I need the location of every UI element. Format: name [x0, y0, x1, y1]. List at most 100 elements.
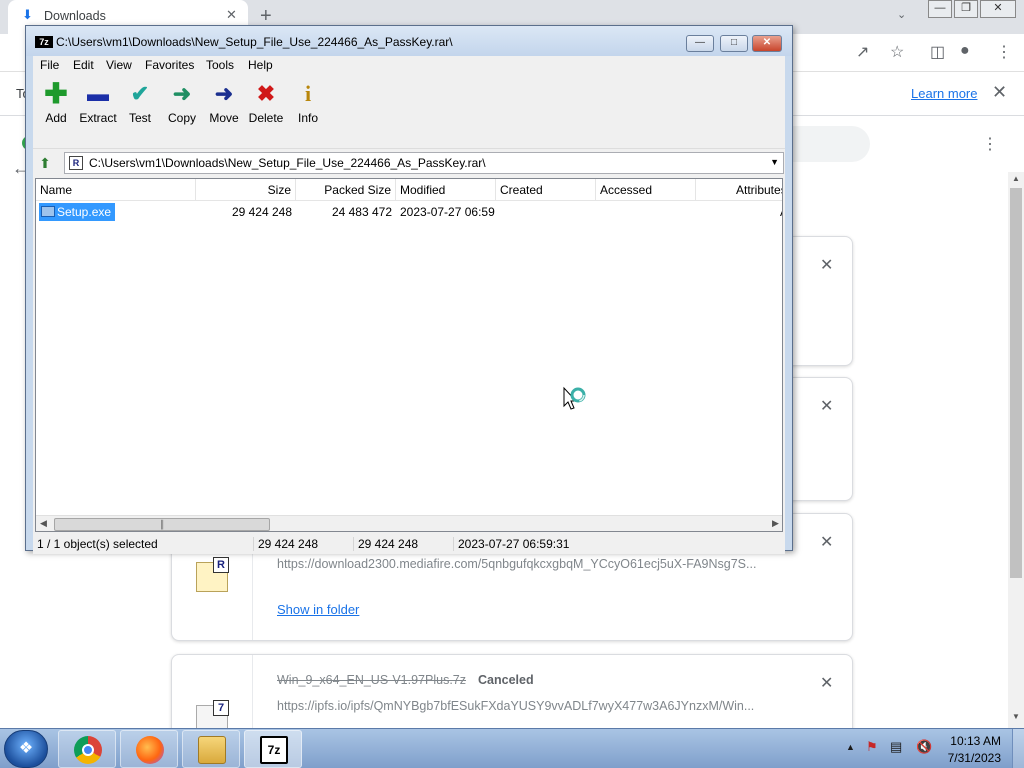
taskbar-chrome[interactable] [58, 730, 116, 768]
clock-time[interactable]: 10:13 AM [945, 734, 1001, 748]
file-attributes-cell: A [776, 203, 782, 221]
list-header: Name Size Packed Size Modified Created A… [36, 179, 782, 201]
sevenzip-client: File Edit View Favorites Tools Help ✚ Ad… [33, 56, 785, 554]
download-status: Canceled [478, 673, 534, 687]
column-name[interactable]: Name [36, 179, 196, 201]
status-modified: 2023-07-27 06:59:31 [453, 537, 569, 551]
copy-button[interactable]: ➜ Copy [160, 79, 204, 139]
hscroll-thumb[interactable]: ║ [54, 518, 270, 531]
test-button[interactable]: ✔ Test [118, 79, 162, 139]
action-center-flag-icon[interactable]: ⚑ [866, 739, 878, 755]
check-icon: ✔ [130, 81, 150, 106]
maximize-button[interactable]: □ [720, 35, 748, 52]
extract-button[interactable]: ▬ Extract [76, 79, 120, 139]
column-created[interactable]: Created [496, 179, 596, 201]
toolbar: ✚ Add ▬ Extract ✔ Test ➜ Copy ➜ Move ✖ D… [33, 75, 785, 149]
move-button[interactable]: ➜ Move [202, 79, 246, 139]
address-dropdown-icon[interactable]: ▼ [770, 157, 779, 167]
firefox-icon [136, 736, 164, 764]
sevenzip-window: 7z C:\Users\vm1\Downloads\New_Setup_File… [25, 25, 793, 554]
menu-view[interactable]: View [106, 58, 132, 72]
rar-file-icon: R [196, 557, 229, 592]
tab-title: Downloads [44, 9, 106, 23]
info-icon: i [304, 81, 312, 106]
menu-tools[interactable]: Tools [206, 58, 234, 72]
browser-restore-button[interactable]: ❐ [954, 0, 978, 18]
file-list[interactable]: Name Size Packed Size Modified Created A… [35, 178, 783, 532]
download-filename[interactable]: Win_9_x64_EN_US-V1.97Plus.7z [277, 673, 466, 687]
address-bar[interactable]: R C:\Users\vm1\Downloads\New_Setup_File_… [64, 152, 784, 174]
bookmark-star-icon[interactable]: ☆ [890, 42, 904, 62]
download-url: https://download2300.mediafire.com/5qnbg… [277, 557, 757, 571]
page-scrollbar[interactable]: ▲ ▼ [1008, 172, 1024, 728]
delete-x-icon: ✖ [256, 81, 276, 106]
close-button[interactable]: ✕ [752, 35, 782, 52]
minus-icon: ▬ [87, 81, 109, 106]
system-tray: ▲ ⚑ ▤ 🔇 10:13 AM 7/31/2023 [840, 729, 1024, 768]
network-icon[interactable]: ▤ [890, 739, 902, 755]
share-icon[interactable]: ↗ [856, 42, 869, 62]
taskbar-explorer[interactable] [182, 730, 240, 768]
minimize-button[interactable]: — [686, 35, 714, 52]
clock-date[interactable]: 7/31/2023 [945, 751, 1001, 765]
scroll-left-icon[interactable]: ◀ [40, 518, 47, 529]
folder-up-icon[interactable]: ⬆ [35, 153, 55, 173]
remove-download-icon[interactable]: ✕ [820, 532, 833, 552]
remove-download-icon[interactable]: ✕ [820, 673, 833, 693]
delete-button[interactable]: ✖ Delete [244, 79, 288, 139]
tab-close-icon[interactable]: ✕ [226, 7, 237, 23]
browser-menu-icon[interactable]: ⋮ [996, 42, 1012, 62]
downloads-menu-icon[interactable]: ⋮ [982, 134, 998, 154]
column-attributes[interactable]: Attributes [732, 179, 782, 201]
menu-edit[interactable]: Edit [73, 58, 94, 72]
taskbar-7zip[interactable]: 7z [244, 730, 302, 768]
browser-close-button[interactable]: ✕ [980, 0, 1016, 18]
remove-download-icon[interactable]: ✕ [820, 255, 833, 275]
show-desktop-button[interactable] [1012, 729, 1024, 768]
window-title: C:\Users\vm1\Downloads\New_Setup_File_Us… [56, 35, 453, 49]
side-panel-icon[interactable]: ◫ [930, 42, 945, 62]
address-text[interactable]: C:\Users\vm1\Downloads\New_Setup_File_Us… [89, 156, 486, 170]
new-tab-button[interactable]: + [260, 5, 272, 27]
menu-bar: File Edit View Favorites Tools Help [33, 56, 785, 75]
start-button[interactable]: ❖ [4, 730, 48, 768]
scroll-up-icon[interactable]: ▲ [1012, 174, 1020, 183]
taskbar: ❖ 7z ▲ ⚑ ▤ 🔇 10:13 AM 7/31/2023 [0, 728, 1024, 768]
menu-file[interactable]: File [40, 58, 59, 72]
table-row[interactable]: Setup.exe 29 424 248 24 483 472 2023-07-… [36, 203, 782, 221]
status-bar: 1 / 1 object(s) selected 29 424 248 29 4… [33, 534, 785, 554]
show-in-folder-link[interactable]: Show in folder [277, 602, 359, 617]
status-selected: 1 / 1 object(s) selected [37, 537, 158, 551]
tab-search-chevron-icon[interactable]: ⌄ [897, 8, 906, 21]
scroll-right-icon[interactable]: ▶ [772, 518, 779, 529]
exe-file-icon [41, 206, 55, 217]
tray-expand-icon[interactable]: ▲ [846, 742, 855, 752]
info-button[interactable]: i Info [286, 79, 330, 139]
copy-arrow-icon: ➜ [172, 81, 192, 106]
move-arrow-icon: ➜ [214, 81, 234, 106]
infobar-close-icon[interactable]: ✕ [992, 82, 1007, 103]
column-packed-size[interactable]: Packed Size [296, 179, 396, 201]
remove-download-icon[interactable]: ✕ [820, 396, 833, 416]
learn-more-link[interactable]: Learn more [911, 86, 977, 101]
file-name-cell[interactable]: Setup.exe [39, 203, 116, 221]
scroll-down-icon[interactable]: ▼ [1012, 712, 1020, 721]
column-modified[interactable]: Modified [396, 179, 496, 201]
horizontal-scrollbar[interactable]: ◀ ║ ▶ [36, 515, 782, 531]
file-packed-cell: 24 483 472 [331, 205, 392, 219]
download-icon: ⬇ [22, 7, 33, 22]
taskbar-firefox[interactable] [120, 730, 178, 768]
status-size: 29 424 248 [253, 537, 318, 551]
volume-muted-icon[interactable]: 🔇 [916, 739, 932, 755]
browser-minimize-button[interactable]: — [928, 0, 952, 18]
menu-help[interactable]: Help [248, 58, 273, 72]
scrollbar-thumb[interactable] [1010, 188, 1022, 578]
sevenzip-titlebar[interactable]: 7z C:\Users\vm1\Downloads\New_Setup_File… [26, 26, 792, 56]
busy-cursor-icon [563, 386, 586, 410]
column-size[interactable]: Size [196, 179, 296, 201]
file-modified-cell: 2023-07-27 06:59 [400, 205, 495, 219]
column-accessed[interactable]: Accessed [596, 179, 696, 201]
menu-favorites[interactable]: Favorites [145, 58, 194, 72]
add-button[interactable]: ✚ Add [34, 79, 78, 139]
profile-avatar-icon[interactable]: ● [960, 42, 970, 60]
